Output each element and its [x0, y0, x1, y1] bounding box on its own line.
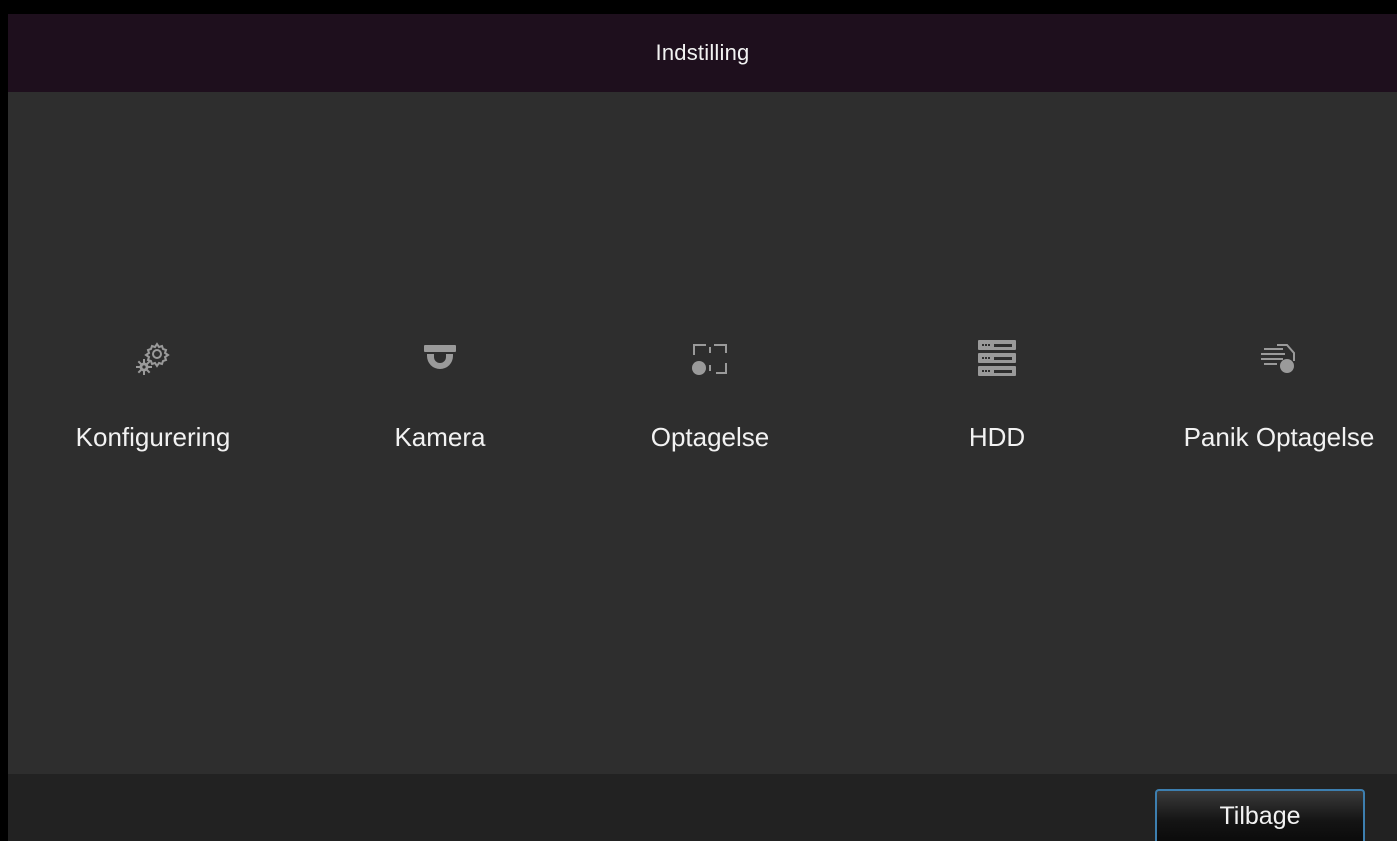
page-title: Indstilling: [655, 40, 750, 65]
settings-menu: Konfigurering Kamera Optagelse HDD Panik…: [8, 92, 1397, 774]
dome-camera-icon: [424, 345, 456, 369]
footer-bar: Tilbage: [8, 774, 1397, 841]
menu-item-optagelse[interactable]: Optagelse: [590, 337, 830, 467]
panic-record-icon: [1261, 344, 1295, 373]
menu-item-panik-optagelse[interactable]: Panik Optagelse: [1159, 337, 1397, 467]
menu-label-kamera: Kamera: [394, 422, 486, 452]
menu-label-optagelse: Optagelse: [650, 422, 770, 452]
hdd-stack-icon: [978, 340, 1016, 376]
menu-label-konfigurering: Konfigurering: [75, 422, 231, 452]
settings-window: Indstilling Konfigurering Kamera Optagel…: [8, 14, 1397, 841]
menu-label-panik-optagelse: Panik Optagelse: [1183, 422, 1375, 452]
menu-item-hdd[interactable]: HDD: [877, 337, 1117, 467]
menu-item-kamera[interactable]: Kamera: [320, 337, 560, 467]
menu-label-hdd: HDD: [968, 422, 1026, 452]
title-bar: Indstilling: [8, 14, 1397, 92]
menu-item-konfigurering[interactable]: Konfigurering: [33, 337, 273, 467]
back-button[interactable]: Tilbage: [1155, 789, 1365, 841]
gears-icon: [136, 342, 170, 375]
record-icon: [692, 344, 727, 375]
